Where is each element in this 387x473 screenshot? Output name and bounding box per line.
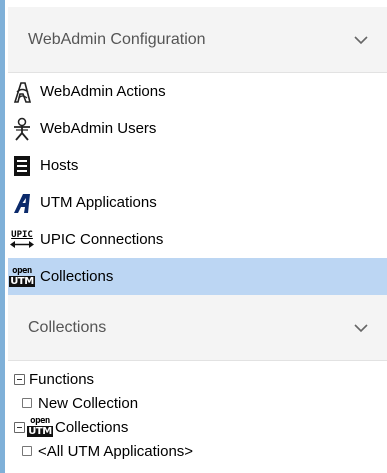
collections-panel: Collections Functions New Collection ope… [8,295,387,463]
tree-node-label: Collections [55,418,129,436]
nav-item-label: WebAdmin Actions [40,83,166,100]
leaf-node-icon [22,398,32,408]
nav-item-webadmin-actions[interactable]: WebAdmin Actions [8,73,387,110]
openutm-icon-bottom: UTM [9,275,35,287]
nav-item-label: Collections [40,268,114,285]
webadmin-users-icon [10,117,34,141]
config-section-title: WebAdmin Configuration [28,30,206,48]
utm-applications-icon [10,191,34,215]
nav-item-label: Hosts [40,157,79,174]
nav-item-upic-connections[interactable]: UPIC UPIC Connections [8,221,387,258]
upic-icon-text: UPIC [11,229,33,240]
nav-item-hosts[interactable]: Hosts [8,147,387,184]
collapse-toggle-icon[interactable] [14,421,25,433]
tree-leaf-label: <All UTM Applications> [38,442,194,460]
webadmin-actions-icon [10,80,34,104]
collapse-toggle-icon[interactable] [14,373,25,385]
left-accent-bar [0,0,5,473]
config-panel: WebAdmin Configuration WebAdmin Actions [8,7,387,295]
collections-section-header[interactable]: Collections [8,295,387,361]
nav-item-label: UTM Applications [40,194,157,211]
openutm-icon: open UTM [27,415,53,439]
openutm-icon-top: open [12,265,32,276]
tree-node-label: Functions [29,370,95,388]
collections-tree: Functions New Collection open UTM Collec… [8,361,387,463]
tree-leaf-all-utm-applications[interactable]: <All UTM Applications> [8,439,387,463]
openutm-collections-icon: open UTM [9,265,35,289]
nav-item-label: WebAdmin Users [40,120,157,137]
upic-connections-icon: UPIC [10,228,34,252]
nav-item-label: UPIC Connections [40,231,164,248]
nav-item-collections[interactable]: open UTM Collections [8,258,387,295]
hosts-icon [10,154,34,178]
config-nav-list: WebAdmin Actions WebAdmin Users Hosts UT… [8,73,387,295]
nav-item-webadmin-users[interactable]: WebAdmin Users [8,110,387,147]
tree-node-collections[interactable]: open UTM Collections [8,415,387,439]
leaf-node-icon [22,446,32,456]
chevron-down-icon[interactable] [353,35,369,45]
tree-node-functions[interactable]: Functions [8,367,387,391]
openutm-icon-bottom: UTM [27,426,53,437]
config-section-header[interactable]: WebAdmin Configuration [8,7,387,73]
chevron-down-icon[interactable] [353,323,369,333]
nav-item-utm-applications[interactable]: UTM Applications [8,184,387,221]
collections-section-title: Collections [28,318,107,336]
openutm-icon-top: open [30,416,50,426]
tree-leaf-label: New Collection [38,394,139,412]
tree-leaf-new-collection[interactable]: New Collection [8,391,387,415]
